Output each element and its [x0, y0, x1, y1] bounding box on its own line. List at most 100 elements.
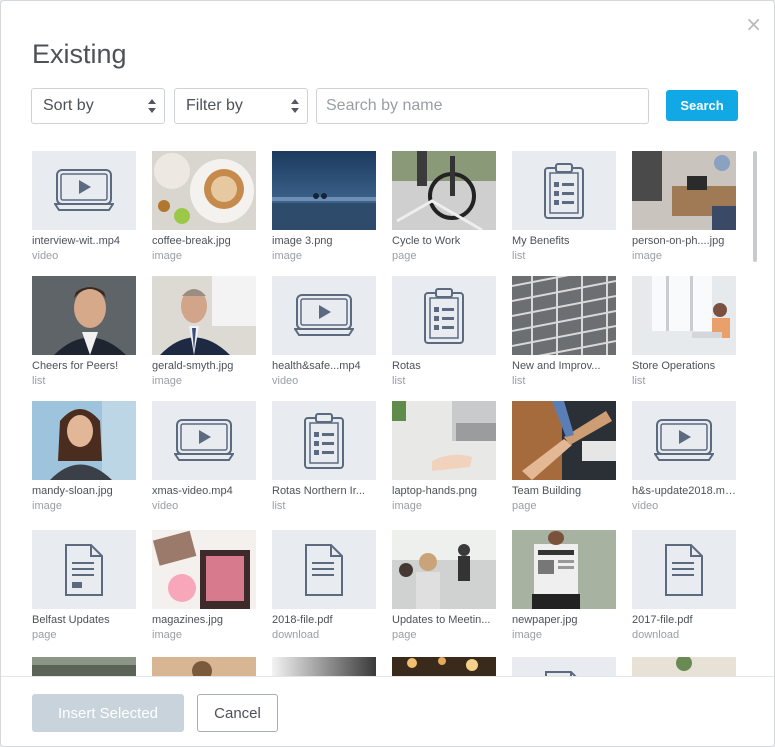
tile-type: download	[632, 629, 680, 641]
select-caret-icon	[148, 99, 156, 113]
tile-label: gerald-smyth.jpg	[152, 360, 234, 372]
cancel-button[interactable]: Cancel	[197, 694, 278, 732]
thumbnail-image	[392, 530, 496, 609]
media-tile[interactable]: person-on-ph....jpg image	[632, 151, 736, 262]
thumbnail-image	[392, 657, 496, 676]
thumbnail-image	[632, 657, 736, 676]
media-tile[interactable]: coffee-break.jpg image	[152, 151, 256, 262]
thumbnail-image	[272, 151, 376, 230]
tile-type: list	[632, 375, 646, 387]
media-tile[interactable]: 2018-file.pdf download	[272, 530, 376, 641]
tile-type: page	[512, 500, 537, 512]
media-tile[interactable]: Belfast Updates page	[32, 530, 136, 641]
dialog-title: Existing	[32, 39, 127, 69]
thumbnail-image	[632, 151, 736, 230]
existing-media-dialog: × Existing Sort by Filter by Search inte…	[0, 0, 775, 747]
tile-type: list	[32, 375, 46, 387]
tile-type: image	[152, 375, 182, 387]
thumbnail-image	[32, 401, 136, 480]
media-tile[interactable]: Store Operations list	[632, 276, 736, 387]
media-grid: interview-wit..mp4 video coffee-break.jpg i…	[1, 149, 761, 676]
media-tile[interactable]: interview-wit..mp4 video	[32, 151, 136, 262]
media-tile[interactable]	[152, 657, 256, 676]
close-icon[interactable]: ×	[745, 14, 762, 34]
tile-label: Belfast Updates	[32, 614, 110, 626]
media-tile[interactable]: newpaper.jpg image	[512, 530, 616, 641]
media-tile[interactable]: Updates to Meetin... page	[392, 530, 496, 641]
tile-type: image	[632, 250, 662, 262]
video-icon	[272, 276, 376, 355]
thumbnail-image	[32, 657, 136, 676]
thumbnail-image	[272, 657, 376, 676]
tile-label: Rotas	[392, 360, 421, 372]
tile-type: image	[512, 629, 542, 641]
tile-type: page	[392, 250, 417, 262]
media-tile[interactable]: image 3.png image	[272, 151, 376, 262]
media-tile[interactable]: gerald-smyth.jpg image	[152, 276, 256, 387]
search-button[interactable]: Search	[666, 90, 738, 121]
tile-type: list	[512, 375, 526, 387]
thumbnail-image	[152, 151, 256, 230]
tile-label: laptop-hands.png	[392, 485, 478, 497]
thumbnail-image	[512, 401, 616, 480]
media-tile[interactable]: My Benefits list	[512, 151, 616, 262]
tile-type: image	[32, 500, 62, 512]
media-tile[interactable]: Team Building page	[512, 401, 616, 512]
filter-select[interactable]: Filter by	[174, 88, 308, 124]
tile-type: page	[392, 629, 417, 641]
tile-type: video	[272, 375, 299, 387]
media-tile[interactable]: xmas-video.mp4 video	[152, 401, 256, 512]
media-tile[interactable]: Rotas list	[392, 276, 496, 387]
media-tile[interactable]	[632, 657, 736, 676]
toolbar: Sort by Filter by Search	[31, 88, 738, 124]
video-icon	[632, 401, 736, 480]
clipboard-icon	[392, 276, 496, 355]
grid-scrollbar[interactable]	[753, 151, 757, 262]
tile-label: Updates to Meetin...	[392, 614, 491, 626]
media-tile[interactable]: laptop-hands.png image	[392, 401, 496, 512]
media-tile[interactable]: Cycle to Work page	[392, 151, 496, 262]
tile-type: page	[32, 629, 57, 641]
tile-type: download	[272, 629, 320, 641]
media-tile[interactable]: magazines.jpg image	[152, 530, 256, 641]
tile-label: Rotas Northern Ir...	[272, 485, 365, 497]
tile-label: health&safe...mp4	[272, 360, 361, 372]
tile-label: Cheers for Peers!	[32, 360, 119, 372]
sort-select-label: Sort by	[43, 97, 94, 114]
tile-label: interview-wit..mp4	[32, 235, 121, 247]
search-input[interactable]	[316, 88, 649, 124]
tile-label: 2017-file.pdf	[632, 614, 693, 626]
tile-label: h&s-update2018.mp4	[632, 485, 736, 497]
tile-label: 2018-file.pdf	[272, 614, 333, 626]
tile-type: list	[272, 500, 286, 512]
tile-type: list	[512, 250, 526, 262]
thumbnail-image	[32, 276, 136, 355]
media-tile[interactable]	[512, 657, 616, 676]
media-tile[interactable]: 2017-file.pdf download	[632, 530, 736, 641]
sort-select[interactable]: Sort by	[31, 88, 165, 124]
tile-label: magazines.jpg	[152, 614, 223, 626]
tile-label: mandy-sloan.jpg	[32, 485, 113, 497]
tile-type: list	[392, 375, 406, 387]
tile-type: video	[152, 500, 179, 512]
tile-type: image	[392, 500, 422, 512]
tile-type: image	[272, 250, 302, 262]
tile-label: Store Operations	[632, 360, 716, 372]
tile-label: New and Improv...	[512, 360, 601, 372]
thumbnail-image	[392, 401, 496, 480]
insert-selected-button[interactable]: Insert Selected	[32, 694, 184, 732]
thumbnail-image	[152, 657, 256, 676]
media-tile[interactable]: mandy-sloan.jpg image	[32, 401, 136, 512]
tile-label: image 3.png	[272, 235, 333, 247]
media-tile[interactable]: New and Improv... list	[512, 276, 616, 387]
video-icon	[32, 151, 136, 230]
thumbnail-image	[152, 530, 256, 609]
media-tile[interactable]: health&safe...mp4 video	[272, 276, 376, 387]
media-tile[interactable]: Cheers for Peers! list	[32, 276, 136, 387]
media-tile[interactable]: h&s-update2018.mp4 video	[632, 401, 736, 512]
media-tile[interactable]	[272, 657, 376, 676]
media-tile[interactable]	[32, 657, 136, 676]
media-tile[interactable]: Rotas Northern Ir... list	[272, 401, 376, 512]
tile-type: video	[32, 250, 59, 262]
media-tile[interactable]	[392, 657, 496, 676]
